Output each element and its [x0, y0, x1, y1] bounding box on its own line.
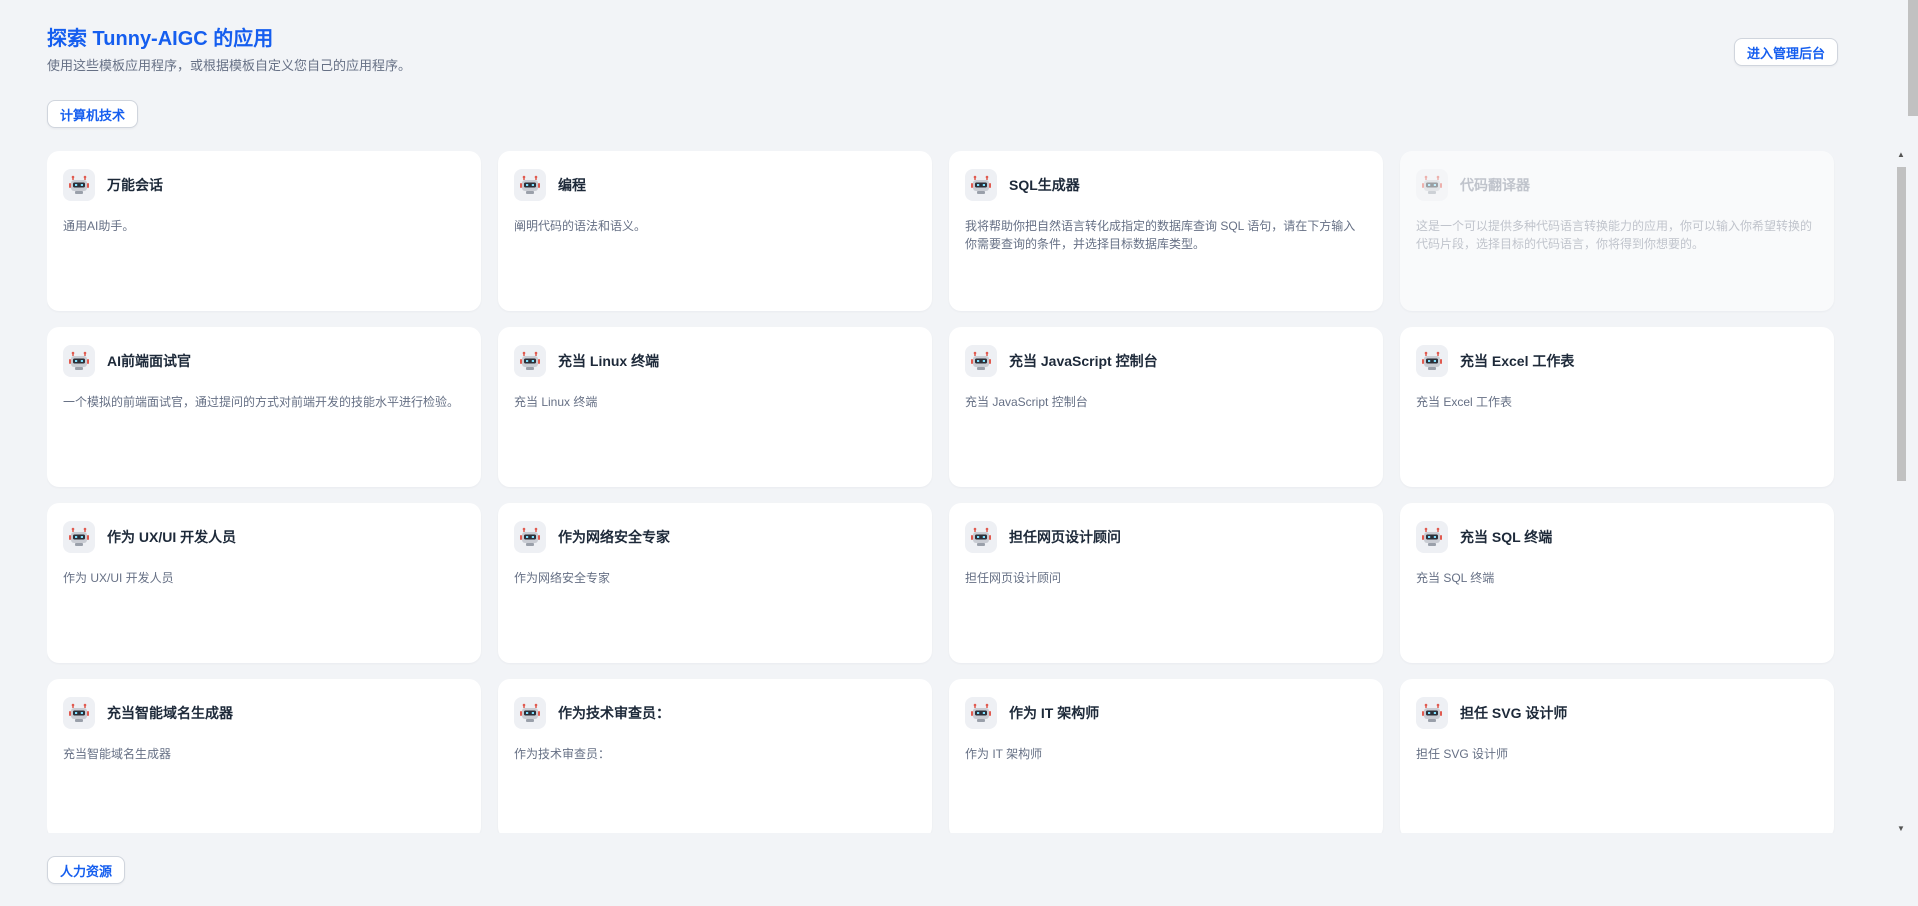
- app-card-title: 充当 Linux 终端: [558, 353, 660, 369]
- app-grid-viewport: 万能会话 通用AI助手。 编程 阐明代码的语法和语义。 SQL生成器 我将帮助你把自然语言…: [47, 151, 1837, 833]
- app-card-header: 作为 UX/UI 开发人员: [63, 521, 465, 553]
- app-card-description: 担任网页设计顾问: [965, 571, 1062, 585]
- page-header: 探索 Tunny-AIGC 的应用 使用这些模板应用程序，或根据模板自定义您自己…: [47, 24, 1838, 84]
- robot-icon: [965, 697, 997, 729]
- robot-icon: [514, 521, 546, 553]
- app-card-header: SQL生成器: [965, 169, 1367, 201]
- app-card-title: 代码翻译器: [1460, 177, 1530, 193]
- app-card-title: 充当 JavaScript 控制台: [1009, 353, 1158, 369]
- app-card[interactable]: 担任网页设计顾问 担任网页设计顾问: [949, 503, 1383, 663]
- app-card-title: 作为技术审查员：: [558, 705, 670, 721]
- app-card-title: 担任 SVG 设计师: [1460, 705, 1568, 721]
- app-card-description: 作为网络安全专家: [514, 571, 611, 585]
- category-computer-tech[interactable]: 计算机技术: [47, 100, 139, 128]
- app-card-title: 担任网页设计顾问: [1009, 529, 1121, 545]
- category-human-resources[interactable]: 人力资源: [47, 856, 126, 884]
- app-card-header: 编程: [514, 169, 916, 201]
- admin-console-button[interactable]: 进入管理后台: [1733, 38, 1838, 66]
- app-card-header: 充当智能域名生成器: [63, 697, 465, 729]
- app-card[interactable]: 作为技术审查员： 作为技术审查员：: [498, 679, 932, 833]
- robot-icon: [63, 521, 95, 553]
- app-card-title: 作为 UX/UI 开发人员: [107, 529, 237, 545]
- grid-scrollbar[interactable]: ▲ ▼: [1895, 151, 1907, 833]
- app-card-header: 充当 JavaScript 控制台: [965, 345, 1367, 377]
- app-card-title: 充当智能域名生成器: [107, 705, 233, 721]
- app-card-title: SQL生成器: [1009, 177, 1080, 193]
- app-card-description: 这是一个可以提供多种代码语言转换能力的应用，你可以输入你希望转换的代码片段，选择…: [1416, 219, 1813, 251]
- app-card-description: 充当 Linux 终端: [514, 395, 598, 409]
- app-card-header: 充当 Excel 工作表: [1416, 345, 1818, 377]
- app-card-description: 我将帮助你把自然语言转化成指定的数据库查询 SQL 语句，请在下方输入你需要查询…: [965, 219, 1356, 251]
- robot-icon: [514, 345, 546, 377]
- app-card-title: 万能会话: [107, 177, 163, 193]
- app-card[interactable]: 代码翻译器这是一个可以提供多种代码语言转换能力的应用，你可以输入你希望转换的代码…: [1400, 151, 1834, 311]
- robot-icon: [965, 521, 997, 553]
- robot-icon: [63, 697, 95, 729]
- app-card-header: 万能会话: [63, 169, 465, 201]
- robot-icon: [1416, 169, 1448, 201]
- robot-icon: [1416, 697, 1448, 729]
- app-card-description: 充当 SQL 终端: [1416, 571, 1495, 585]
- app-card-title: 充当 SQL 终端: [1460, 529, 1553, 545]
- scroll-up-arrow-icon[interactable]: ▲: [1897, 151, 1905, 159]
- app-card[interactable]: 充当 Linux 终端 充当 Linux 终端: [498, 327, 932, 487]
- robot-icon: [965, 169, 997, 201]
- app-card-header: 作为技术审查员：: [514, 697, 916, 729]
- app-card[interactable]: 充当 SQL 终端 充当 SQL 终端: [1400, 503, 1834, 663]
- page-scroll-thumb[interactable]: [1908, 0, 1918, 116]
- app-card-header: 作为 IT 架构师: [965, 697, 1367, 729]
- app-card-title: 作为 IT 架构师: [1009, 705, 1100, 721]
- app-card-header: 充当 Linux 终端: [514, 345, 916, 377]
- app-card-description: 充当 JavaScript 控制台: [965, 395, 1088, 409]
- robot-icon: [514, 697, 546, 729]
- page-subtitle: 使用这些模板应用程序，或根据模板自定义您自己的应用程序。: [47, 58, 412, 73]
- app-card[interactable]: 充当 Excel 工作表 充当 Excel 工作表: [1400, 327, 1834, 487]
- app-card-description: 通用AI助手。: [63, 219, 135, 233]
- app-card[interactable]: AI前端面试官一个模拟的前端面试官，通过提问的方式对前端开发的技能水平进行检验。: [47, 327, 481, 487]
- app-card[interactable]: 担任 SVG 设计师 担任 SVG 设计师: [1400, 679, 1834, 833]
- app-card-title: 充当 Excel 工作表: [1460, 353, 1575, 369]
- app-card-description: 充当智能域名生成器: [63, 747, 172, 761]
- app-card[interactable]: 编程阐明代码的语法和语义。: [498, 151, 932, 311]
- robot-icon: [514, 169, 546, 201]
- robot-icon: [1416, 345, 1448, 377]
- robot-icon: [63, 169, 95, 201]
- robot-icon: [63, 345, 95, 377]
- app-card-description: 阐明代码的语法和语义。: [514, 219, 647, 233]
- app-card[interactable]: 作为 UX/UI 开发人员 作为 UX/UI 开发人员: [47, 503, 481, 663]
- app-card-title: AI前端面试官: [107, 353, 191, 369]
- app-card-title: 作为网络安全专家: [558, 529, 670, 545]
- page-title: 探索 Tunny-AIGC 的应用: [47, 28, 274, 50]
- app-card-description: 充当 Excel 工作表: [1416, 395, 1513, 409]
- app-card[interactable]: 充当智能域名生成器 充当智能域名生成器: [47, 679, 481, 833]
- app-card-description: 作为 UX/UI 开发人员: [63, 571, 174, 585]
- app-card-header: AI前端面试官: [63, 345, 465, 377]
- app-card-description: 作为技术审查员：: [514, 747, 611, 761]
- app-card-header: 作为网络安全专家: [514, 521, 916, 553]
- app-card-description: 担任 SVG 设计师: [1416, 747, 1509, 761]
- app-card[interactable]: SQL生成器我将帮助你把自然语言转化成指定的数据库查询 SQL 语句，请在下方输…: [949, 151, 1383, 311]
- app-card-header: 担任网页设计顾问: [965, 521, 1367, 553]
- scroll-down-arrow-icon[interactable]: ▼: [1897, 825, 1905, 833]
- app-card-description: 一个模拟的前端面试官，通过提问的方式对前端开发的技能水平进行检验。: [63, 395, 460, 409]
- robot-icon: [1416, 521, 1448, 553]
- app-card[interactable]: 作为网络安全专家 作为网络安全专家: [498, 503, 932, 663]
- app-card[interactable]: 作为 IT 架构师 作为 IT 架构师: [949, 679, 1383, 833]
- app-card-header: 担任 SVG 设计师: [1416, 697, 1818, 729]
- scroll-thumb[interactable]: [1897, 167, 1906, 481]
- app-card-title: 编程: [558, 177, 586, 193]
- app-card[interactable]: 充当 JavaScript 控制台 充当 JavaScript 控制台: [949, 327, 1383, 487]
- robot-icon: [965, 345, 997, 377]
- app-card-description: 作为 IT 架构师: [965, 747, 1043, 761]
- app-card[interactable]: 万能会话通用AI助手。: [47, 151, 481, 311]
- app-card-header: 充当 SQL 终端: [1416, 521, 1818, 553]
- scroll-track[interactable]: [1895, 161, 1907, 823]
- app-grid: 万能会话 通用AI助手。 编程 阐明代码的语法和语义。 SQL生成器 我将帮助你把自然语言…: [47, 151, 1837, 833]
- app-card-header: 代码翻译器: [1416, 169, 1818, 201]
